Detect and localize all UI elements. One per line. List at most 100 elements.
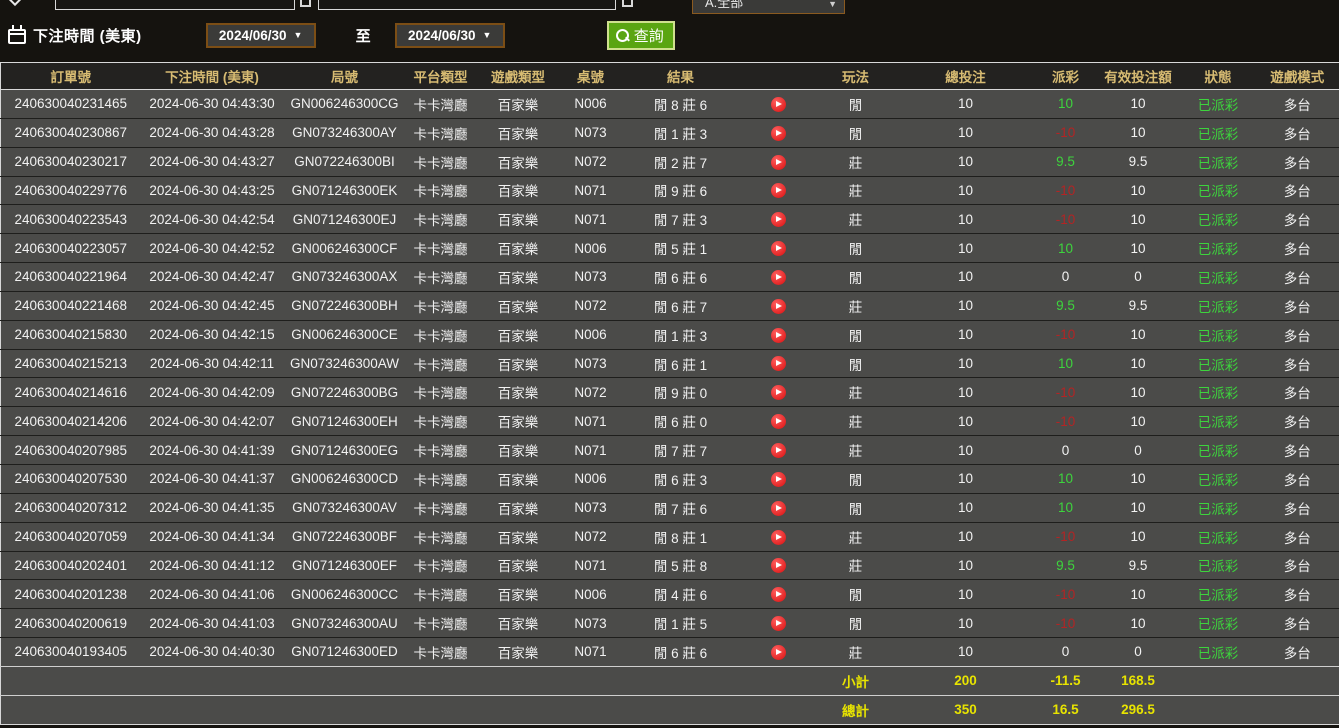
- replay-play-icon[interactable]: [771, 385, 786, 400]
- cell-game-mode: 多台: [1256, 551, 1339, 580]
- replay-play-icon[interactable]: [771, 212, 786, 227]
- cell-replay[interactable]: [741, 176, 816, 205]
- replay-play-icon[interactable]: [771, 328, 786, 343]
- cell-result: 閒 9 莊 6: [621, 176, 741, 205]
- cell-total-bet: 10: [896, 90, 1036, 119]
- cell-round-number: GN072246300BG: [284, 378, 406, 407]
- replay-play-icon[interactable]: [771, 126, 786, 141]
- replay-play-icon[interactable]: [771, 472, 786, 487]
- query-button[interactable]: 查詢: [607, 21, 675, 50]
- cell-order-number: 240630040221964: [1, 263, 141, 292]
- total-valid-bet: 296.5: [1096, 695, 1181, 724]
- replay-play-icon[interactable]: [771, 587, 786, 602]
- replay-play-icon[interactable]: [771, 356, 786, 371]
- cell-valid-bet: 10: [1096, 320, 1181, 349]
- cell-valid-bet: 10: [1096, 407, 1181, 436]
- cell-replay[interactable]: [741, 436, 816, 465]
- cell-replay[interactable]: [741, 320, 816, 349]
- cell-game-type: 百家樂: [476, 493, 561, 522]
- cell-bet-time: 2024-06-30 04:43:25: [141, 176, 284, 205]
- cell-round-number: GN073246300AV: [284, 493, 406, 522]
- cell-play-type: 閒: [816, 118, 896, 147]
- replay-play-icon[interactable]: [771, 501, 786, 516]
- table-header-row: 訂單號 下注時間 (美東) 局號 平台類型 遊戲類型 桌號 結果 玩法 總投注 …: [1, 63, 1339, 90]
- replay-play-icon[interactable]: [771, 645, 786, 660]
- filter-dropdown[interactable]: A.全部 ▼: [692, 0, 845, 14]
- replay-play-icon[interactable]: [771, 241, 786, 256]
- cell-table-number: N071: [561, 176, 621, 205]
- cell-order-number: 240630040229776: [1, 176, 141, 205]
- cell-table-number: N073: [561, 349, 621, 378]
- cell-replay[interactable]: [741, 580, 816, 609]
- cell-replay[interactable]: [741, 609, 816, 638]
- cell-replay[interactable]: [741, 493, 816, 522]
- cell-replay[interactable]: [741, 291, 816, 320]
- replay-play-icon[interactable]: [771, 530, 786, 545]
- replay-play-icon[interactable]: [771, 183, 786, 198]
- filter-input-2[interactable]: [318, 0, 616, 10]
- cell-total-bet: 10: [896, 493, 1036, 522]
- replay-play-icon[interactable]: [771, 443, 786, 458]
- cell-status: 已派彩: [1181, 118, 1256, 147]
- cell-bet-time: 2024-06-30 04:42:11: [141, 349, 284, 378]
- cell-play-type: 閒: [816, 609, 896, 638]
- cell-replay[interactable]: [741, 378, 816, 407]
- cell-result: 閒 1 莊 5: [621, 609, 741, 638]
- cell-replay[interactable]: [741, 263, 816, 292]
- date-to-select[interactable]: 2024/06/30 ▼: [395, 23, 505, 48]
- cell-table-number: N006: [561, 320, 621, 349]
- cell-round-number: GN006246300CE: [284, 320, 406, 349]
- replay-play-icon[interactable]: [771, 97, 786, 112]
- replay-play-icon[interactable]: [771, 270, 786, 285]
- replay-play-icon[interactable]: [771, 299, 786, 314]
- cell-platform-type: 卡卡灣廳: [406, 147, 476, 176]
- cell-round-number: GN072246300BH: [284, 291, 406, 320]
- cell-game-mode: 多台: [1256, 291, 1339, 320]
- cell-replay[interactable]: [741, 349, 816, 378]
- cell-table-number: N073: [561, 118, 621, 147]
- cell-replay[interactable]: [741, 205, 816, 234]
- cell-replay[interactable]: [741, 234, 816, 263]
- checkbox-icon-2: [622, 0, 633, 7]
- col-header-payout: 派彩: [1036, 63, 1096, 90]
- cell-payout: -10: [1036, 609, 1096, 638]
- cell-replay[interactable]: [741, 90, 816, 119]
- cell-payout: 10: [1036, 493, 1096, 522]
- table-row: 2406300402152132024-06-30 04:42:11GN0732…: [1, 349, 1339, 378]
- cell-replay[interactable]: [741, 638, 816, 667]
- cell-table-number: N073: [561, 493, 621, 522]
- cell-payout: -10: [1036, 580, 1096, 609]
- cell-replay[interactable]: [741, 522, 816, 551]
- cell-platform-type: 卡卡灣廳: [406, 493, 476, 522]
- date-from-select[interactable]: 2024/06/30 ▼: [206, 23, 316, 48]
- cell-game-mode: 多台: [1256, 90, 1339, 119]
- table-row: 2406300402314652024-06-30 04:43:30GN0062…: [1, 90, 1339, 119]
- replay-play-icon[interactable]: [771, 616, 786, 631]
- col-header-valid-bet: 有效投注額: [1096, 63, 1181, 90]
- cell-order-number: 240630040214616: [1, 378, 141, 407]
- replay-play-icon[interactable]: [771, 558, 786, 573]
- cell-replay[interactable]: [741, 118, 816, 147]
- col-header-platform-type: 平台類型: [406, 63, 476, 90]
- cell-replay[interactable]: [741, 407, 816, 436]
- checkbox-icon-1: [300, 0, 311, 7]
- cell-valid-bet: 10: [1096, 378, 1181, 407]
- cell-replay[interactable]: [741, 551, 816, 580]
- replay-play-icon[interactable]: [771, 414, 786, 429]
- cell-replay[interactable]: [741, 147, 816, 176]
- cell-valid-bet: 10: [1096, 580, 1181, 609]
- cell-game-mode: 多台: [1256, 407, 1339, 436]
- replay-play-icon[interactable]: [771, 155, 786, 170]
- cell-order-number: 240630040193405: [1, 638, 141, 667]
- cell-game-mode: 多台: [1256, 378, 1339, 407]
- cell-bet-time: 2024-06-30 04:43:27: [141, 147, 284, 176]
- cell-payout: -10: [1036, 176, 1096, 205]
- cell-result: 閒 7 莊 6: [621, 493, 741, 522]
- cell-game-mode: 多台: [1256, 349, 1339, 378]
- cell-play-type: 莊: [816, 378, 896, 407]
- bet-time-label: 下注時間 (美東): [33, 25, 142, 46]
- cell-result: 閒 4 莊 6: [621, 580, 741, 609]
- filter-input-1[interactable]: [55, 0, 295, 10]
- cell-replay[interactable]: [741, 464, 816, 493]
- cell-payout: -10: [1036, 205, 1096, 234]
